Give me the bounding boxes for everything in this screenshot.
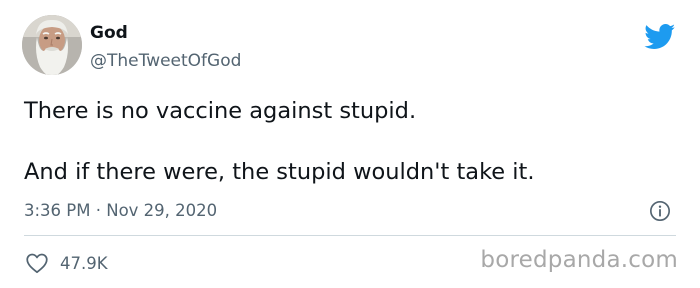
info-icon[interactable] — [649, 200, 671, 222]
watermark: boredpanda.com — [480, 247, 678, 273]
meta-separator: · — [95, 201, 101, 220]
author-handle[interactable]: @TheTweetOfGod — [90, 51, 241, 71]
author-name[interactable]: God — [90, 23, 128, 43]
divider — [24, 235, 676, 236]
twitter-bird-icon[interactable] — [644, 24, 676, 50]
like-count: 47.9K — [60, 253, 108, 273]
tweet-timestamp[interactable]: 3:36 PM · Nov 29, 2020 — [24, 201, 217, 220]
tweet-text-line2: And if there were, the stupid wouldn't t… — [24, 159, 535, 185]
tweet-date: Nov 29, 2020 — [106, 201, 218, 220]
tweet-time: 3:36 PM — [24, 201, 91, 220]
bearded-old-man-avatar — [22, 15, 82, 75]
avatar[interactable] — [22, 15, 82, 75]
tweet-text-line1: There is no vaccine against stupid. — [24, 98, 417, 124]
like-button[interactable]: 47.9K — [24, 250, 108, 276]
heart-icon — [26, 253, 48, 274]
